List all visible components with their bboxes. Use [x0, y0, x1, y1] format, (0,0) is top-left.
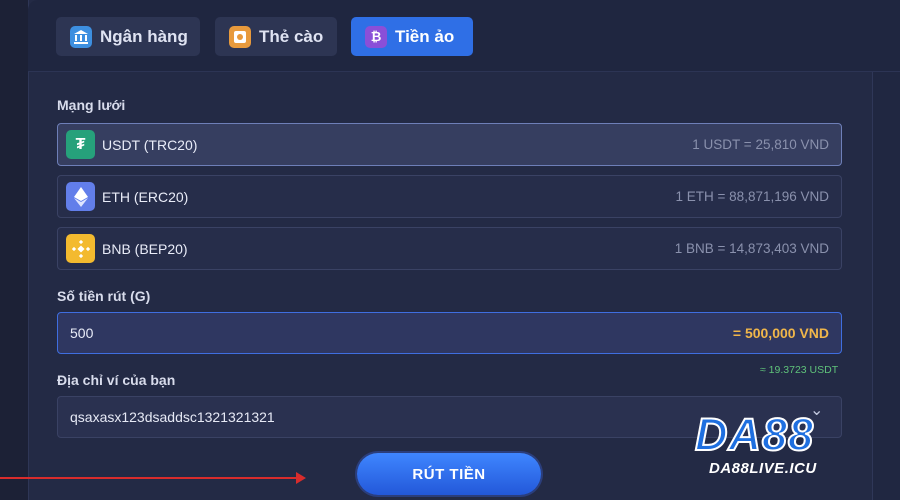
right-side-strip — [872, 72, 900, 500]
amount-input[interactable]: 500 = 500,000 VND — [57, 312, 842, 354]
amount-value: 500 — [70, 325, 94, 341]
tab-crypto-label: Tiền ảo — [395, 26, 455, 46]
withdraw-button[interactable]: RÚT TIỀN — [357, 453, 541, 495]
bnb-icon — [66, 234, 95, 263]
usdt-estimate: ≈ 19.3723 USDT — [760, 364, 839, 376]
tether-icon: ₮ — [66, 130, 95, 159]
arrow-annotation-line — [0, 477, 304, 479]
tab-bank[interactable]: Ngân hàng — [56, 17, 200, 56]
network-rate: 1 ETH = 88,871,196 VND — [675, 189, 829, 204]
logo-subtext: DA88LIVE.ICU — [709, 460, 817, 477]
network-label: Mạng lưới — [57, 97, 126, 113]
amount-converted: = 500,000 VND — [732, 325, 829, 341]
logo-text: DA88 — [694, 409, 815, 461]
arrow-annotation-head — [296, 472, 306, 484]
network-rate: 1 USDT = 25,810 VND — [692, 137, 829, 152]
amount-label: Số tiền rút (G) — [57, 288, 151, 304]
network-name: ETH (ERC20) — [102, 188, 189, 205]
tab-scratch-card-label: Thẻ cào — [259, 26, 324, 46]
wallet-address-value: qsaxasx123dsaddsc1321321321 — [70, 409, 275, 425]
tab-crypto[interactable]: ₿ Tiền ảo — [351, 17, 473, 56]
bitcoin-icon: ₿ — [365, 25, 387, 48]
network-name: USDT (TRC20) — [102, 136, 198, 153]
ethereum-icon — [66, 182, 95, 211]
network-option-eth[interactable]: ETH (ERC20) 1 ETH = 88,871,196 VND — [57, 175, 842, 218]
bank-icon — [70, 25, 92, 48]
tab-scratch-card[interactable]: Thẻ cào — [215, 17, 337, 56]
watermark-logo: DA88 DA88LIVE.ICU — [694, 409, 870, 478]
network-name: BNB (BEP20) — [102, 240, 188, 257]
network-rate: 1 BNB = 14,873,403 VND — [674, 241, 829, 256]
card-icon — [229, 25, 251, 48]
network-option-bnb[interactable]: BNB (BEP20) 1 BNB = 14,873,403 VND — [57, 227, 842, 270]
tab-bank-label: Ngân hàng — [100, 26, 188, 46]
network-option-usdt[interactable]: ₮ USDT (TRC20) 1 USDT = 25,810 VND — [57, 123, 842, 166]
wallet-label: Địa chỉ ví của bạn — [57, 372, 176, 388]
